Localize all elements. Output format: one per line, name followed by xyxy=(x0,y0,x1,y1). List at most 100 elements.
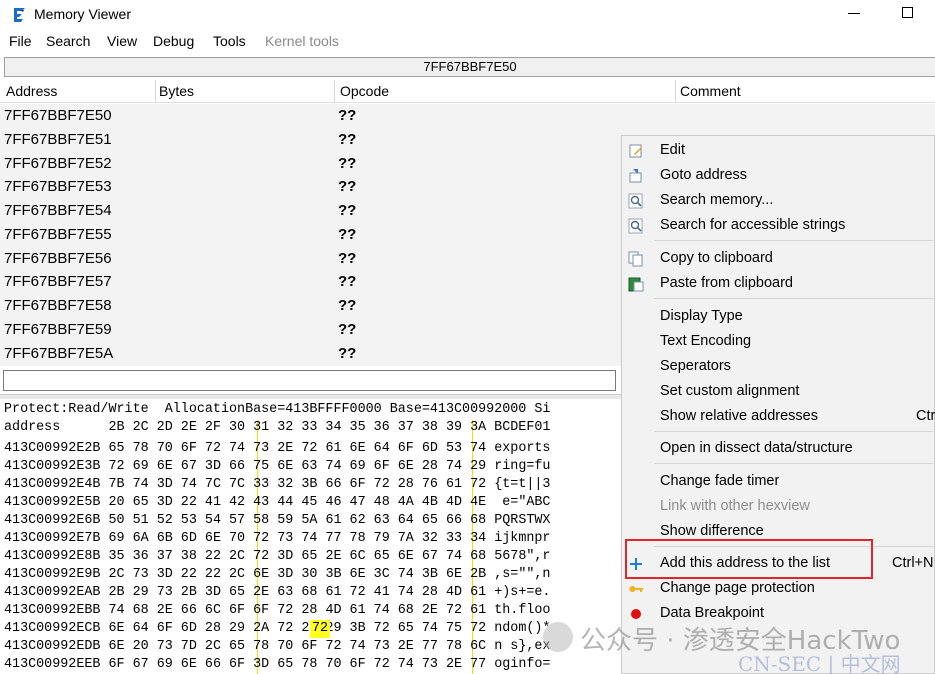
hex-row[interactable]: 413C00992E5B 20 65 3D 22 41 42 43 44 45 … xyxy=(4,494,550,512)
menu-item-separators[interactable]: Seperators xyxy=(622,355,935,379)
watermark-logo xyxy=(543,622,573,652)
disasm-opcode: ?? xyxy=(338,297,357,314)
menu-kernel-tools[interactable]: Kernel tools xyxy=(265,33,339,49)
menu-item-label: Text Encoding xyxy=(660,333,752,349)
disasm-opcode: ?? xyxy=(338,226,357,243)
menu-tools[interactable]: Tools xyxy=(213,33,246,49)
menu-item-label: Display Type xyxy=(660,308,743,324)
title-bar: Memory Viewer xyxy=(0,0,935,30)
menu-item-search-strings[interactable]: Search for accessible strings xyxy=(622,214,935,238)
hex-row-address: 413C00992E4B xyxy=(4,477,101,492)
hex-row[interactable]: 413C00992E4B 7B 74 3D 74 7C 7C 33 32 3B … xyxy=(4,476,550,494)
menu-item-label: Set custom alignment xyxy=(660,383,800,399)
hex-row-bytes: 6F 67 69 6E 66 6F 3D 65 78 70 6F 72 74 7… xyxy=(108,657,487,672)
disasm-address: 7FF67BBF7E5A xyxy=(4,345,114,362)
hex-row-address: 413C00992EEB xyxy=(4,657,101,672)
current-address-bar[interactable]: 7FF67BBF7E50 xyxy=(4,57,935,77)
hex-row-bytes: 72 69 6E 67 3D 66 75 6E 63 74 69 6F 6E 2… xyxy=(108,459,487,474)
hex-highlighted-byte[interactable]: 72 xyxy=(310,620,330,638)
context-menu: Edit Goto address Search memory... Searc… xyxy=(621,135,935,674)
menu-item-text-encoding[interactable]: Text Encoding xyxy=(622,330,935,354)
hex-row-ascii: n s},ex xyxy=(494,639,551,654)
hex-row-bytes: 69 6A 6B 6D 6E 70 72 73 74 77 78 79 7A 3… xyxy=(108,531,487,546)
menu-separator xyxy=(654,298,935,299)
hex-row[interactable]: 413C00992E3B 72 69 6E 67 3D 66 75 6E 63 … xyxy=(4,458,550,476)
menu-item-custom-alignment[interactable]: Set custom alignment xyxy=(622,380,935,404)
menu-item-label: Paste from clipboard xyxy=(660,275,793,291)
edit-icon xyxy=(629,144,642,158)
cheat-engine-icon xyxy=(14,8,25,22)
disasm-opcode: ?? xyxy=(338,155,357,172)
column-bytes[interactable]: Bytes xyxy=(157,80,335,102)
hex-row-bytes: 6E 20 73 7D 2C 65 78 70 6F 72 74 73 2E 7… xyxy=(108,639,487,654)
hex-row[interactable]: 413C00992EAB 2B 29 73 2B 3D 65 2E 63 68 … xyxy=(4,584,550,602)
disasm-opcode: ?? xyxy=(338,131,357,148)
assembler-input[interactable] xyxy=(3,370,616,391)
menu-item-label: Change fade timer xyxy=(660,473,780,489)
menu-item-page-protection[interactable]: Change page protection xyxy=(622,577,935,601)
hex-row[interactable]: 413C00992E9B 2C 73 3D 22 22 2C 6E 3D 30 … xyxy=(4,566,550,584)
menu-item-paste[interactable]: Paste from clipboard xyxy=(622,272,935,296)
hex-row-ascii: ndom()* xyxy=(494,621,551,636)
menu-view[interactable]: View xyxy=(107,33,137,49)
disasm-address: 7FF67BBF7E59 xyxy=(4,321,112,338)
column-address[interactable]: Address xyxy=(4,80,156,102)
maximize-button[interactable] xyxy=(902,7,913,18)
menu-item-label: Show relative addresses xyxy=(660,408,818,424)
menu-item-edit[interactable]: Edit xyxy=(622,139,935,163)
hex-row[interactable]: 413C00992E7B 69 6A 6B 6D 6E 70 72 73 74 … xyxy=(4,530,550,548)
hex-row[interactable]: 413C00992ECB 6E 64 6F 6D 28 29 2A 72 29 … xyxy=(4,620,550,638)
menu-item-display-type[interactable]: Display Type xyxy=(622,305,935,329)
hex-row-address: 413C00992E7B xyxy=(4,531,101,546)
hex-row-ascii: 5678",r xyxy=(494,549,551,564)
hex-row[interactable]: 413C00992E8B 35 36 37 38 22 2C 72 3D 65 … xyxy=(4,548,550,566)
menu-item-shortcut: Ctr xyxy=(916,408,935,424)
menu-item-dissect-data[interactable]: Open in dissect data/structure xyxy=(622,437,935,461)
menu-bar: File Search View Debug Tools Kernel tool… xyxy=(0,31,935,53)
hex-row-ascii: oginfo= xyxy=(494,657,551,672)
menu-debug[interactable]: Debug xyxy=(153,33,194,49)
hex-row-address: 413C00992E9B xyxy=(4,567,101,582)
menu-separator xyxy=(654,431,935,432)
hex-row-ascii: exports xyxy=(494,441,551,456)
disasm-row[interactable]: 7FF67BBF7E50?? xyxy=(0,104,935,128)
disasm-opcode: ?? xyxy=(338,202,357,219)
hex-row[interactable]: 413C00992EBB 74 68 2E 66 6C 6F 6F 72 28 … xyxy=(4,602,550,620)
menu-item-search-memory[interactable]: Search memory... xyxy=(622,189,935,213)
hex-row[interactable]: 413C00992E2B 65 78 70 6F 72 74 73 2E 72 … xyxy=(4,440,550,458)
hex-row-address: 413C00992EAB xyxy=(4,585,101,600)
hex-row[interactable]: 413C00992EEB 6F 67 69 6E 66 6F 3D 65 78 … xyxy=(4,656,550,674)
column-opcode[interactable]: Opcode xyxy=(338,80,676,102)
hex-header-line: address 2B 2C 2D 2E 2F 30 31 32 33 34 35… xyxy=(4,420,551,435)
minimize-button[interactable] xyxy=(848,13,860,14)
hex-info-line: Protect:Read/Write AllocationBase=413BFF… xyxy=(4,402,551,417)
disasm-address: 7FF67BBF7E53 xyxy=(4,178,112,195)
hex-row-address: 413C00992E2B xyxy=(4,441,101,456)
hex-row-ascii: ijkmnpr xyxy=(494,531,551,546)
hex-row-address: 413C00992E5B xyxy=(4,495,101,510)
column-comment[interactable]: Comment xyxy=(678,80,935,102)
hex-row-ascii: ,s="",n xyxy=(494,567,551,582)
menu-item-goto-address[interactable]: Goto address xyxy=(622,164,935,188)
disasm-address: 7FF67BBF7E58 xyxy=(4,297,112,314)
hex-row[interactable]: 413C00992EDB 6E 20 73 7D 2C 65 78 70 6F … xyxy=(4,638,550,656)
watermark-subtext: CN-SEC | 中文网 xyxy=(738,652,901,674)
menu-search[interactable]: Search xyxy=(46,33,90,49)
key-icon xyxy=(629,586,643,592)
disasm-address: 7FF67BBF7E52 xyxy=(4,155,112,172)
menu-item-fade-timer[interactable]: Change fade timer xyxy=(622,470,935,494)
menu-item-link-hexview: Link with other hexview xyxy=(622,495,935,519)
menu-item-copy[interactable]: Copy to clipboard xyxy=(622,247,935,271)
disasm-opcode: ?? xyxy=(338,178,357,195)
menu-item-relative-addresses[interactable]: Show relative addresses Ctr xyxy=(622,405,935,429)
hex-row-ascii: ring=fu xyxy=(494,459,551,474)
menu-item-label: Search memory... xyxy=(660,192,774,208)
hex-row[interactable]: 413C00992E6B 50 51 52 53 54 57 58 59 5A … xyxy=(4,512,550,530)
menu-file[interactable]: File xyxy=(9,33,32,49)
paste-icon xyxy=(628,277,644,292)
menu-item-label: Show difference xyxy=(660,523,764,539)
highlight-annotation-box xyxy=(625,539,873,579)
search-icon xyxy=(628,218,643,234)
hex-row-bytes: 2C 73 3D 22 22 2C 6E 3D 30 3B 6E 3C 74 3… xyxy=(108,567,487,582)
hex-row-ascii: +)s+=e. xyxy=(494,585,551,600)
